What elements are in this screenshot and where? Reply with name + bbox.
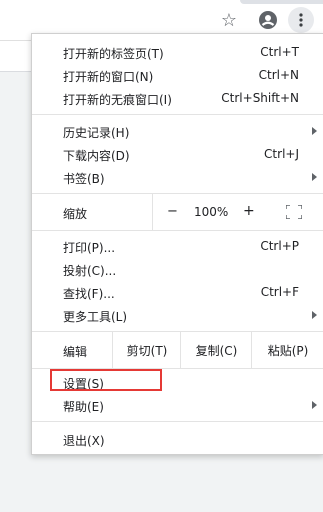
- new-incognito-shortcut: Ctrl+Shift+N: [221, 91, 299, 105]
- exit-label: 退出(X): [63, 434, 105, 448]
- menu-item-find[interactable]: 查找(F)... Ctrl+F: [32, 281, 323, 304]
- new-tab-shortcut: Ctrl+T: [260, 45, 299, 59]
- cut-label: 剪切(T): [126, 343, 168, 358]
- menu-item-downloads[interactable]: 下载内容(D) Ctrl+J: [32, 143, 323, 166]
- submenu-arrow-icon: [312, 401, 317, 409]
- downloads-label: 下载内容(D): [63, 149, 130, 163]
- zoom-in-button[interactable]: +: [243, 203, 255, 219]
- zoom-label: 缩放: [63, 207, 88, 221]
- copy-label: 复制(C): [195, 343, 238, 358]
- menu-item-bookmarks[interactable]: 书签(B): [32, 166, 323, 189]
- zoom-row: 缩放 − 100% +: [32, 194, 323, 230]
- bookmarks-label: 书签(B): [63, 172, 105, 186]
- downloads-shortcut: Ctrl+J: [264, 147, 299, 161]
- find-shortcut: Ctrl+F: [260, 285, 299, 299]
- zoom-out-button[interactable]: −: [167, 204, 178, 219]
- paste-button[interactable]: 粘贴(P): [251, 332, 323, 368]
- help-label: 帮助(E): [63, 400, 104, 414]
- profile-icon[interactable]: [257, 9, 279, 31]
- submenu-arrow-icon: [312, 127, 317, 135]
- history-label: 历史记录(H): [63, 126, 130, 140]
- cut-button[interactable]: 剪切(T): [112, 332, 181, 368]
- menu-item-cast[interactable]: 投射(C)...: [32, 258, 323, 281]
- star-icon[interactable]: ☆: [218, 9, 240, 31]
- zoom-level: 100%: [194, 205, 229, 219]
- menu-separator: [32, 421, 323, 422]
- menu-item-new-incognito[interactable]: 打开新的无痕窗口(I) Ctrl+Shift+N: [32, 87, 323, 110]
- new-window-label: 打开新的窗口(N): [63, 70, 154, 84]
- new-incognito-label: 打开新的无痕窗口(I): [63, 93, 172, 107]
- print-shortcut: Ctrl+P: [260, 239, 299, 253]
- new-window-shortcut: Ctrl+N: [258, 68, 299, 82]
- edit-row: 编辑 剪切(T) 复制(C) 粘贴(P): [32, 332, 323, 368]
- menu-item-new-window[interactable]: 打开新的窗口(N) Ctrl+N: [32, 64, 323, 87]
- cast-label: 投射(C)...: [63, 264, 117, 278]
- edit-label: 编辑: [63, 345, 88, 359]
- menu-item-print[interactable]: 打印(P)... Ctrl+P: [32, 235, 323, 258]
- new-tab-label: 打开新的标签页(T): [63, 47, 164, 61]
- chrome-main-menu: 打开新的标签页(T) Ctrl+T 打开新的窗口(N) Ctrl+N 打开新的无…: [31, 33, 323, 455]
- menu-item-more-tools[interactable]: 更多工具(L): [32, 304, 323, 327]
- tab-strip-edge: [240, 0, 323, 4]
- more-tools-label: 更多工具(L): [63, 310, 128, 324]
- menu-item-help[interactable]: 帮助(E): [32, 394, 323, 417]
- submenu-arrow-icon: [312, 173, 317, 181]
- fullscreen-icon[interactable]: [286, 205, 302, 219]
- more-vertical-icon[interactable]: [288, 7, 314, 33]
- menu-item-history[interactable]: 历史记录(H): [32, 120, 323, 143]
- copy-button[interactable]: 复制(C): [180, 332, 252, 368]
- find-label: 查找(F)...: [63, 287, 115, 301]
- print-label: 打印(P)...: [63, 241, 116, 255]
- menu-item-new-tab[interactable]: 打开新的标签页(T) Ctrl+T: [32, 41, 323, 64]
- submenu-arrow-icon: [312, 311, 317, 319]
- menu-separator: [32, 114, 323, 115]
- menu-item-exit[interactable]: 退出(X): [32, 428, 323, 451]
- paste-label: 粘贴(P): [267, 343, 309, 358]
- settings-highlight-box: [50, 369, 162, 391]
- menu-separator: [32, 230, 323, 231]
